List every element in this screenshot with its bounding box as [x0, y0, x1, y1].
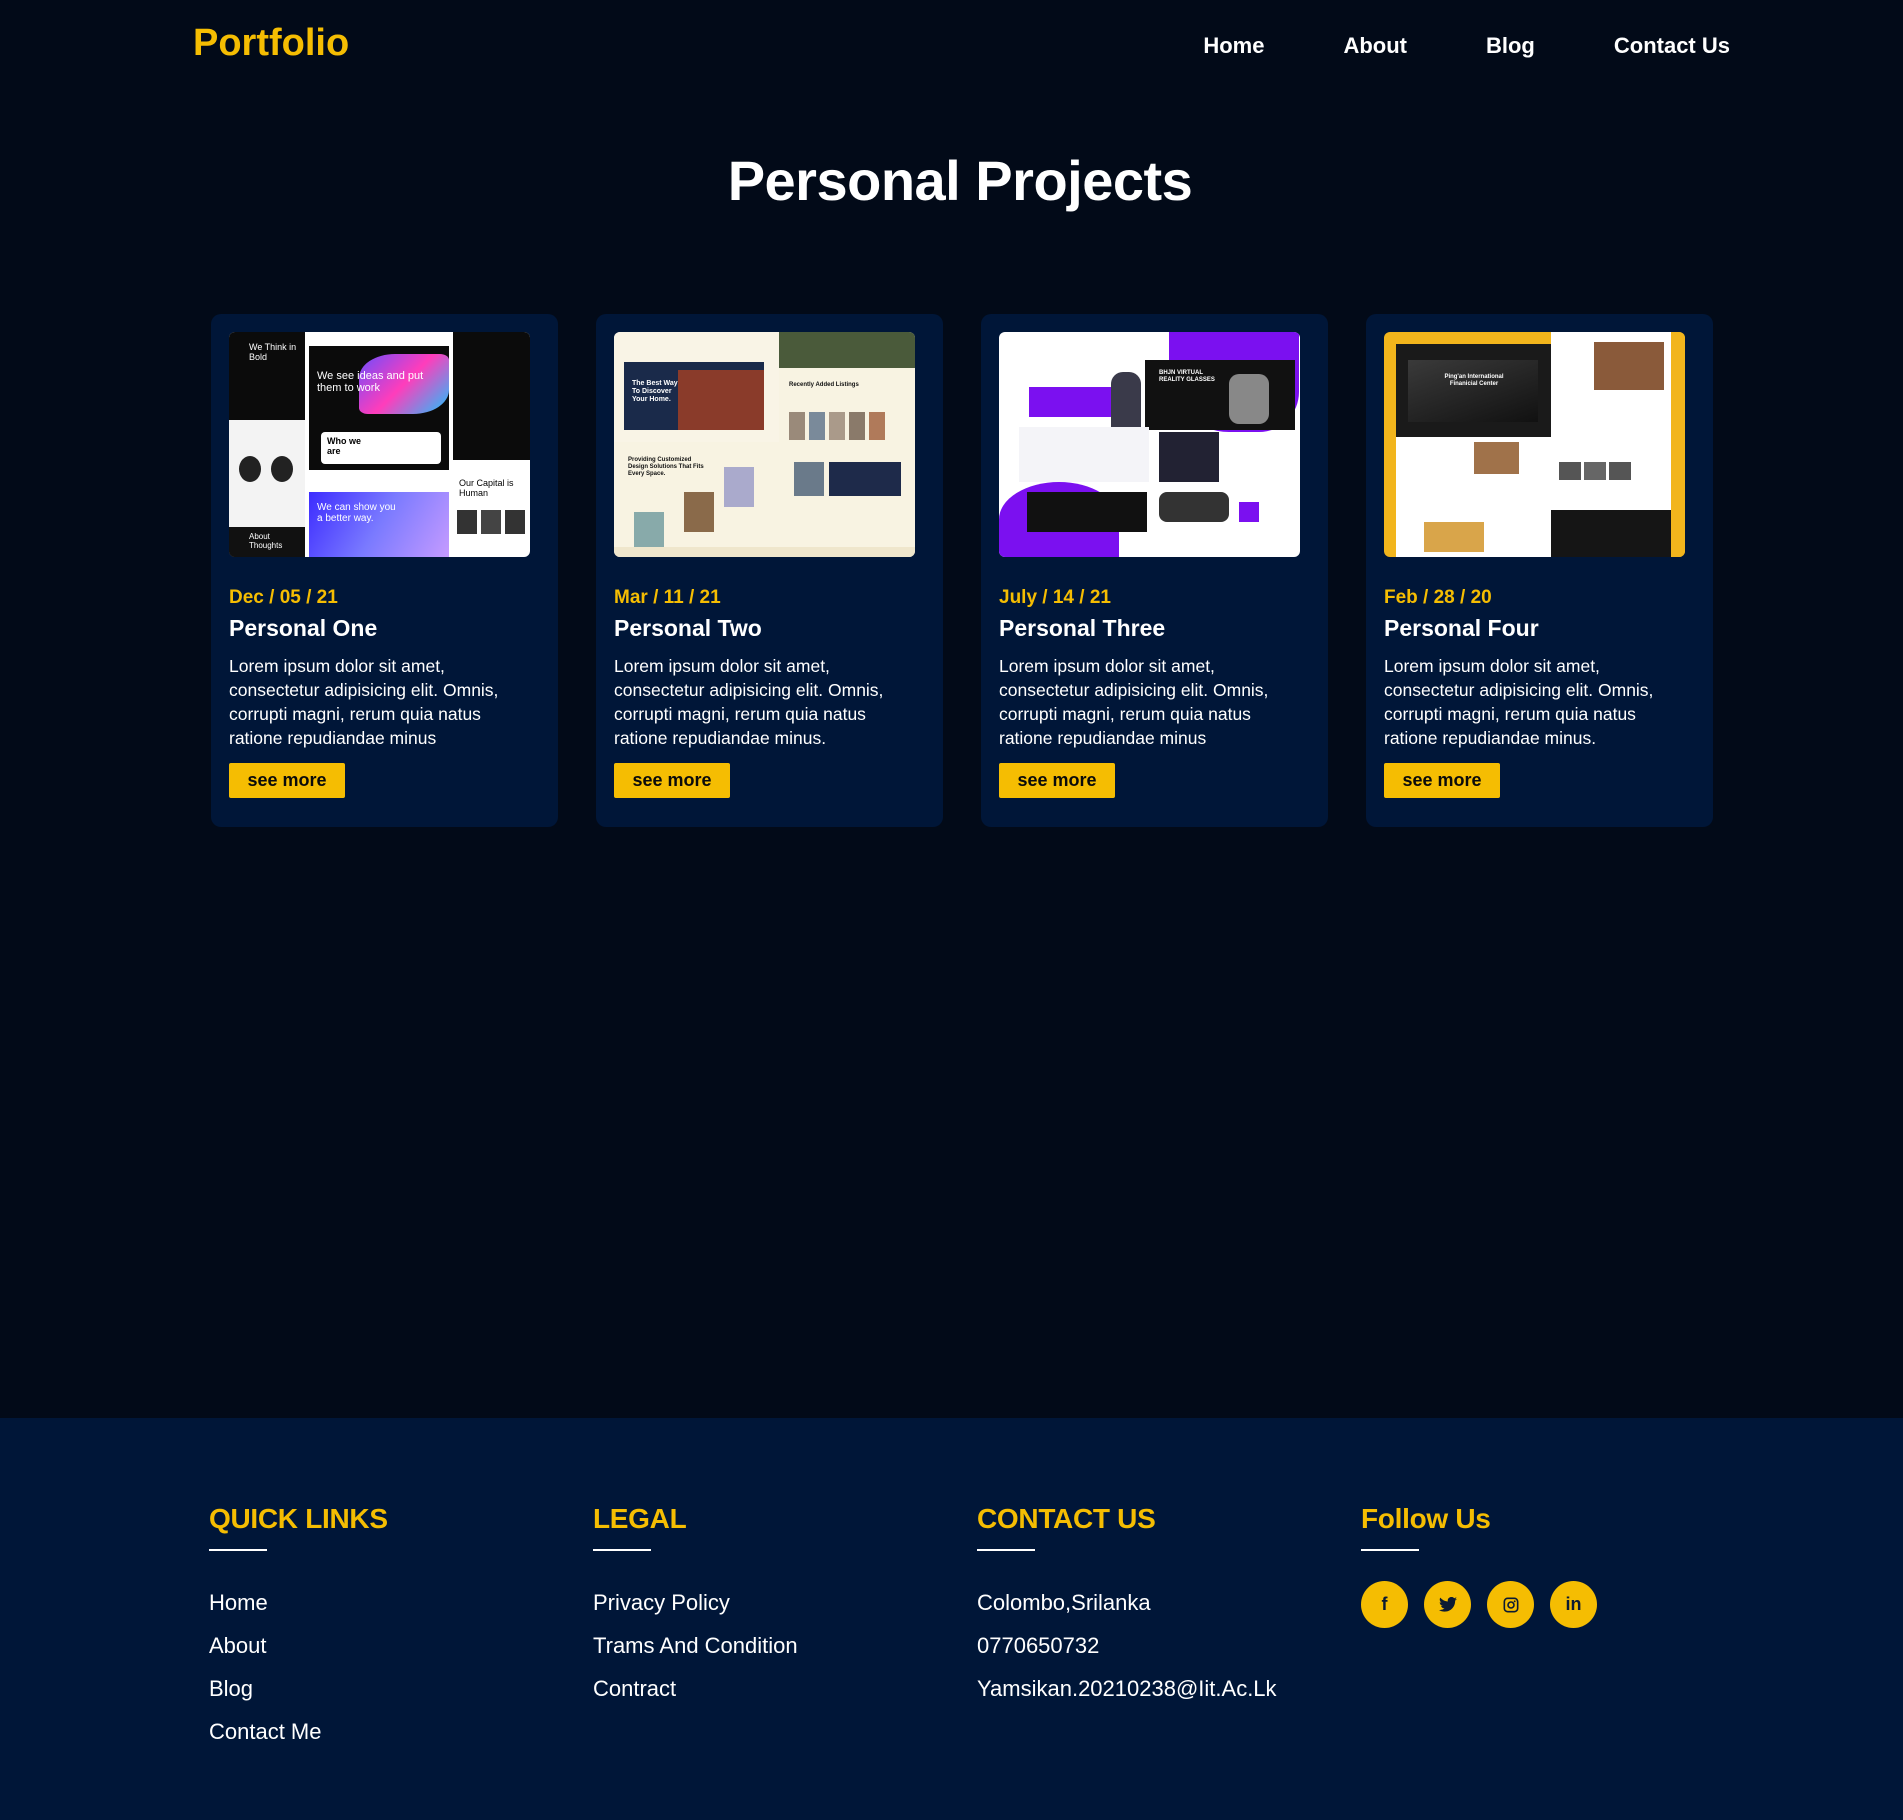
contact-phone[interactable]: 0770650732 — [977, 1624, 1277, 1667]
footer-link-blog[interactable]: Blog — [209, 1667, 388, 1710]
project-description: Lorem ipsum dolor sit amet, consectetur … — [614, 656, 884, 748]
heading-underline — [1361, 1549, 1419, 1551]
project-card: The Best Way To Discover Your Home. Rece… — [596, 314, 943, 827]
project-date: July / 14 / 21 — [999, 587, 1111, 608]
footer-link-about[interactable]: About — [209, 1624, 388, 1667]
thumb-text: Recently Added Listings — [789, 382, 859, 388]
project-card: BHJN VIRTUAL REALITY GLASSES July / 14 /… — [981, 314, 1328, 827]
footer-heading: Follow Us — [1361, 1503, 1491, 1534]
project-title: Personal Three — [999, 615, 1166, 641]
see-more-button[interactable]: see more — [1384, 763, 1500, 798]
contact-email[interactable]: Yamsikan.20210238@Iit.Ac.Lk — [977, 1667, 1277, 1710]
heading-underline — [209, 1549, 267, 1551]
thumb-text: The Best Way To Discover Your Home. — [632, 380, 678, 403]
project-thumbnail[interactable]: Ping'an International Finanicial Center — [1384, 332, 1685, 557]
thumb-text: Who we are — [327, 436, 361, 456]
project-thumbnail[interactable]: The Best Way To Discover Your Home. Rece… — [614, 332, 915, 557]
project-title: Personal Two — [614, 615, 762, 641]
footer-link-terms[interactable]: Trams And Condition — [593, 1624, 798, 1667]
top-navigation: Portfolio Home About Blog Contact Us — [0, 0, 1903, 95]
see-more-button[interactable]: see more — [614, 763, 730, 798]
footer-heading: LEGAL — [593, 1503, 687, 1534]
footer-link-contact-me[interactable]: Contact Me — [209, 1710, 388, 1753]
heading-underline — [977, 1549, 1035, 1551]
footer-link-home[interactable]: Home — [209, 1581, 388, 1624]
brand-logo[interactable]: Portfolio — [193, 22, 349, 65]
footer-link-contract[interactable]: Contract — [593, 1667, 798, 1710]
project-card: Ping'an International Finanicial Center … — [1366, 314, 1713, 827]
project-description: Lorem ipsum dolor sit amet, consectetur … — [1384, 656, 1654, 748]
nav-links: Home About Blog Contact Us — [1203, 33, 1730, 59]
thumb-text: We can show you a better way. — [317, 502, 396, 524]
project-date: Dec / 05 / 21 — [229, 587, 338, 608]
nav-link-blog[interactable]: Blog — [1486, 33, 1535, 59]
contact-location: Colombo,Srilanka — [977, 1590, 1151, 1615]
project-description: Lorem ipsum dolor sit amet, consectetur … — [229, 656, 499, 748]
nav-link-home[interactable]: Home — [1203, 33, 1264, 59]
social-links: f in — [1361, 1581, 1597, 1628]
thumb-text: Providing Customized Design Solutions Th… — [628, 457, 704, 477]
project-thumbnail[interactable]: We Think in Bold About Thoughts We see i… — [229, 332, 530, 557]
footer: QUICK LINKS Home About Blog Contact Me L… — [0, 1418, 1903, 1820]
nav-link-contact-us[interactable]: Contact Us — [1614, 33, 1730, 59]
linkedin-icon[interactable]: in — [1550, 1581, 1597, 1628]
thumb-text: About Thoughts — [249, 532, 283, 550]
footer-link-privacy-policy[interactable]: Privacy Policy — [593, 1581, 798, 1624]
see-more-button[interactable]: see more — [999, 763, 1115, 798]
project-date: Mar / 11 / 21 — [614, 587, 721, 608]
footer-legal: LEGAL Privacy Policy Trams And Condition… — [593, 1503, 798, 1710]
footer-heading: CONTACT US — [977, 1503, 1156, 1534]
footer-heading: QUICK LINKS — [209, 1503, 388, 1534]
thumb-text: We see ideas and put them to work — [317, 370, 424, 394]
footer-follow: Follow Us f in — [1361, 1503, 1597, 1628]
footer-quick-links: QUICK LINKS Home About Blog Contact Me — [209, 1503, 388, 1753]
project-card: We Think in Bold About Thoughts We see i… — [211, 314, 558, 827]
heading-underline — [593, 1549, 651, 1551]
instagram-icon[interactable] — [1487, 1581, 1534, 1628]
thumb-text: Ping'an International Finanicial Center — [1444, 374, 1504, 387]
thumb-text: We Think in Bold — [249, 342, 297, 362]
project-thumbnail[interactable]: BHJN VIRTUAL REALITY GLASSES — [999, 332, 1300, 557]
footer-contact: CONTACT US Colombo,Srilanka 0770650732 Y… — [977, 1503, 1277, 1710]
project-title: Personal One — [229, 615, 378, 641]
project-title: Personal Four — [1384, 615, 1539, 641]
project-cards: We Think in Bold About Thoughts We see i… — [211, 314, 1713, 827]
twitter-icon[interactable] — [1424, 1581, 1471, 1628]
thumb-text: BHJN VIRTUAL REALITY GLASSES — [1159, 370, 1215, 383]
thumb-text: Our Capital is Human — [459, 478, 514, 498]
page-title: Personal Projects — [727, 149, 1193, 212]
nav-link-about[interactable]: About — [1343, 33, 1407, 59]
facebook-icon[interactable]: f — [1361, 1581, 1408, 1628]
see-more-button[interactable]: see more — [229, 763, 345, 798]
project-description: Lorem ipsum dolor sit amet, consectetur … — [999, 656, 1269, 748]
project-date: Feb / 28 / 20 — [1384, 587, 1492, 608]
